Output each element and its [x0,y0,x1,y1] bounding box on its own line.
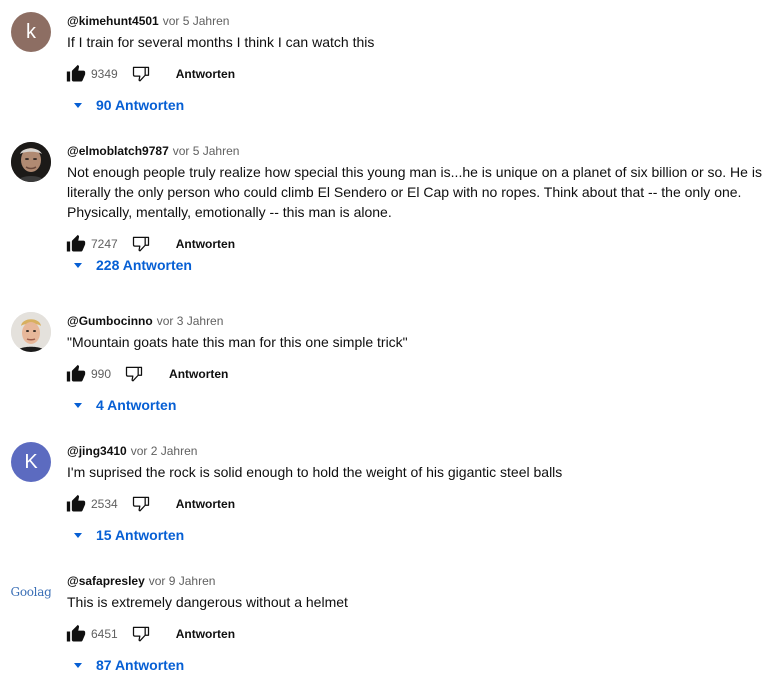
comment-actions: 6451 Antworten [66,623,235,645]
replies-count-label: 90 Antworten [96,97,185,113]
avatar[interactable] [11,312,51,352]
show-replies-button[interactable]: 4 Antworten [72,397,176,413]
reply-button[interactable]: Antworten [169,367,228,381]
comment-actions: 7247 Antworten [66,233,235,255]
comment-time[interactable]: vor 5 Jahren [163,14,230,28]
comment: K @jing3410 vor 2 Jahren I'm suprised the… [0,430,770,560]
comment-author[interactable]: @safapresley [67,574,145,588]
comment-header: @kimehunt4501 vor 5 Jahren [67,13,229,29]
thumbs-up-icon [66,234,86,252]
comment: @elmoblatch9787 vor 5 Jahren Not enough p… [0,130,770,260]
comment-replies-row: 228 Antworten [0,257,770,300]
comment-header: @Gumbocinno vor 3 Jahren [67,313,223,329]
thumbs-up-icon [66,364,86,382]
avatar-photo [11,312,51,352]
comment: Goolag @safapresley vor 9 Jahren This is … [0,560,770,690]
dislike-button[interactable] [131,494,151,514]
comment-author[interactable]: @elmoblatch9787 [67,144,169,158]
comment-text: "Mountain goats hate this man for this o… [67,334,408,350]
comment-time[interactable]: vor 2 Jahren [131,444,198,458]
comment-actions: 2534 Antworten [66,493,235,515]
like-count: 6451 [91,627,118,641]
dislike-button[interactable] [131,234,151,254]
comment-text: If I train for several months I think I … [67,34,375,50]
thumbs-up-icon [66,494,86,512]
comment-header: @elmoblatch9787 vor 5 Jahren [67,143,239,159]
reply-button[interactable]: Antworten [176,497,235,511]
comment: @Gumbocinno vor 3 Jahren "Mountain goats … [0,300,770,430]
thumbs-down-icon [132,236,149,252]
comment-time[interactable]: vor 3 Jahren [157,314,224,328]
caret-down-icon [72,659,84,671]
caret-down-icon [72,529,84,541]
thumbs-down-icon [132,626,149,642]
avatar-logo-text: Goolag [11,585,51,599]
comment-text: I'm suprised the rock is solid enough to… [67,464,563,480]
thumbs-up-icon [66,624,86,642]
show-replies-button[interactable]: 15 Antworten [72,527,184,543]
thumbs-up-icon [66,64,86,82]
replies-count-label: 87 Antworten [96,657,185,673]
like-button[interactable] [66,624,86,644]
replies-count-label: 228 Antworten [96,257,192,273]
show-replies-button[interactable]: 90 Antworten [72,97,184,113]
avatar[interactable]: Goolag [11,572,51,612]
comment-text: Not enough people truly realize how spec… [67,164,762,220]
comment-author[interactable]: @Gumbocinno [67,314,153,328]
show-replies-button[interactable]: 228 Antworten [72,257,192,273]
reply-button[interactable]: Antworten [176,237,235,251]
like-count: 990 [91,367,112,381]
thumbs-down-icon [132,496,149,512]
comment-header: @jing3410 vor 2 Jahren [67,443,197,459]
caret-down-icon [72,259,84,271]
comment-author[interactable]: @jing3410 [67,444,127,458]
reply-button[interactable]: Antworten [176,67,235,81]
comment-text: This is extremely dangerous without a he… [67,594,348,610]
dislike-button[interactable] [131,64,151,84]
like-button[interactable] [66,64,86,84]
comment-time[interactable]: vor 9 Jahren [149,574,216,588]
replies-count-label: 4 Antworten [96,397,177,413]
dislike-button[interactable] [124,364,144,384]
show-replies-button[interactable]: 87 Antworten [72,657,184,673]
comment-time[interactable]: vor 5 Jahren [173,144,240,158]
like-button[interactable] [66,364,86,384]
comment-author[interactable]: @kimehunt4501 [67,14,159,28]
avatar-photo [11,142,51,182]
like-count: 7247 [91,237,118,251]
like-button[interactable] [66,494,86,514]
avatar[interactable] [11,142,51,182]
caret-down-icon [72,399,84,411]
like-button[interactable] [66,234,86,254]
comment: k @kimehunt4501 vor 5 Jahren If I train f… [0,0,770,130]
comment-actions: 990 Antworten [66,363,228,385]
avatar-letter: k [26,20,36,43]
replies-count-label: 15 Antworten [96,527,185,543]
avatar[interactable]: k [11,12,51,52]
avatar-letter: K [24,450,38,473]
thumbs-down-icon [125,366,143,382]
thumbs-down-icon [132,66,149,82]
comment-actions: 9349 Antworten [66,63,235,85]
avatar[interactable]: K [11,442,51,482]
like-count: 9349 [91,67,118,81]
reply-button[interactable]: Antworten [176,627,235,641]
comment-header: @safapresley vor 9 Jahren [67,573,215,589]
like-count: 2534 [91,497,118,511]
caret-down-icon [72,99,84,111]
dislike-button[interactable] [131,624,151,644]
